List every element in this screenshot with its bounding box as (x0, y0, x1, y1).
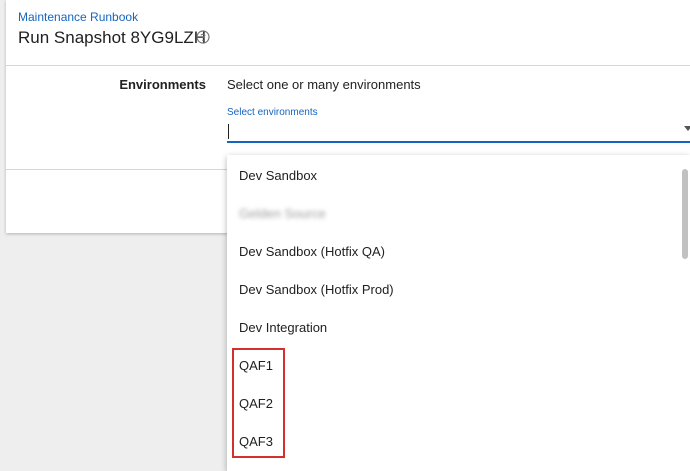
option-dev-sandbox-hotfix-prod[interactable]: Dev Sandbox (Hotfix Prod) (227, 269, 682, 307)
option-dev-sandbox[interactable]: Dev Sandbox (227, 155, 682, 193)
help-circle-icon[interactable] (196, 30, 210, 44)
option-label: Dev Sandbox (Hotfix Prod) (239, 282, 394, 297)
option-qaf1[interactable]: QAF1 (227, 345, 682, 383)
option-label: Gelden Source (239, 206, 326, 221)
option-qaf3[interactable]: QAF3 (227, 421, 682, 459)
option-label: Dev Sandbox (239, 168, 318, 183)
environments-dropdown-menu: Dev Sandbox Gelden Source Dev Sandbox (H… (227, 155, 690, 471)
text-cursor (228, 124, 229, 139)
breadcrumb-maintenance-runbook[interactable]: Maintenance Runbook (18, 10, 138, 24)
environments-description: Select one or many environments (227, 77, 421, 92)
option-label: Dev Sandbox (Hotfix QA) (239, 244, 385, 259)
option-dev-sandbox-hotfix-qa[interactable]: Dev Sandbox (Hotfix QA) (227, 231, 682, 269)
page-header: Maintenance Runbook Run Snapshot 8YG9LZH (6, 0, 690, 66)
option-dev-integration[interactable]: Dev Integration (227, 307, 682, 345)
environments-label: Environments (119, 77, 206, 92)
dropdown-arrow-icon[interactable] (684, 126, 690, 131)
option-blurred[interactable]: Gelden Source (227, 193, 682, 231)
select-environments-label: Select environments (227, 107, 318, 118)
qaf-highlight-box (232, 348, 285, 458)
page-title: Run Snapshot 8YG9LZH (18, 28, 207, 47)
option-label: Dev Integration (239, 320, 328, 335)
option-qaf2[interactable]: QAF2 (227, 383, 682, 421)
environments-select-input[interactable] (227, 123, 690, 143)
dropdown-scrollbar[interactable] (682, 169, 688, 259)
